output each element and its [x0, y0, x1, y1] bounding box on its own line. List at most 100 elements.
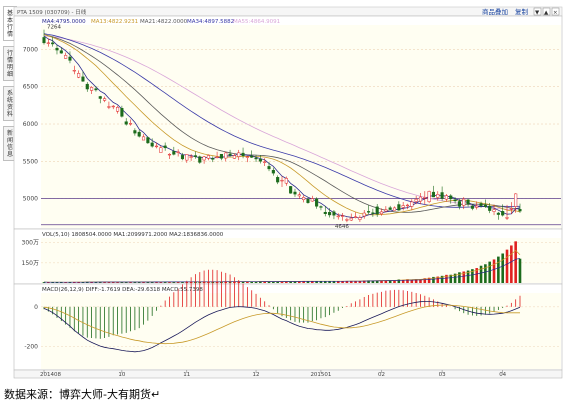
volume-bar [484, 264, 487, 283]
candle-body [159, 147, 163, 153]
volume-bar [514, 241, 517, 283]
candle-body [185, 154, 189, 161]
candle-body [362, 212, 366, 217]
candle-body [276, 177, 280, 183]
candle-body [310, 198, 314, 202]
chart-header-bar [13, 6, 563, 17]
candle-body [120, 108, 124, 117]
candle-body [111, 105, 115, 108]
x-tick-label: 10 [118, 372, 125, 378]
x-tick-label: 201408 [40, 372, 61, 378]
candle-body [180, 155, 185, 160]
price-tick-label: 5000 [23, 196, 38, 203]
macd-tick-label: -200 [24, 343, 38, 350]
volume-bar [505, 249, 509, 283]
candle-body [77, 73, 81, 78]
candle-body [401, 205, 405, 208]
candle-body [410, 201, 414, 207]
candle-body [397, 204, 401, 211]
candle-body [302, 197, 306, 201]
candle-body [90, 87, 94, 91]
macd-plot-area [41, 293, 561, 369]
volume-bar [510, 245, 513, 283]
volume-tick-label: 150万 [22, 260, 39, 267]
candle-body [64, 55, 68, 59]
candle-body [319, 206, 323, 208]
volume-plot-area [41, 238, 561, 283]
ma-legend-item: MA55:4864.9091 [233, 19, 280, 25]
candle-body [237, 152, 241, 157]
volume-bar [479, 265, 483, 283]
candle-body [470, 205, 474, 209]
candle-body [59, 50, 63, 54]
annotation-label: 7264 [47, 25, 61, 31]
candle-body [51, 42, 55, 45]
candle-body [366, 211, 371, 213]
candle-body [505, 217, 509, 219]
candle-body [154, 145, 159, 148]
candle-body [55, 47, 59, 51]
x-tick-label: 201501 [310, 372, 331, 378]
candle-body [241, 152, 245, 156]
candle-body [167, 153, 172, 156]
candle-body [323, 211, 327, 214]
candle-body [202, 156, 206, 161]
candle-body [328, 212, 332, 216]
ma-legend-item: MA13:4822.9231 [91, 19, 138, 25]
candle-body [189, 156, 193, 158]
candle-body [263, 161, 267, 163]
candle-body [501, 211, 505, 216]
candle-body [475, 205, 479, 208]
app-window: 基本行情 行情明细 系统资料 新闻信息 PTA 1509 (030709) - … [0, 0, 565, 403]
candle-body [94, 88, 98, 91]
candle-body [293, 191, 297, 195]
candle-body [258, 158, 262, 162]
candle-body [371, 212, 375, 214]
candle-body [509, 208, 513, 210]
candle-body [457, 201, 461, 207]
candle-body [172, 151, 176, 155]
volume-bar [501, 253, 504, 283]
macd-legend: MACD(26,12,9) DIFF:-1.7619 DEA:-29.6318 … [42, 287, 203, 293]
candle-body [444, 195, 448, 200]
candle-body [250, 155, 254, 158]
candle-body [219, 153, 223, 159]
candle-body [466, 199, 470, 205]
candle-body [405, 204, 410, 207]
candle-body [349, 217, 353, 221]
volume-tick-label: 300万 [22, 240, 39, 247]
candle-body [254, 157, 258, 160]
candle-body [358, 217, 362, 220]
overlay-commodity-button[interactable]: 商品叠加 [482, 7, 508, 16]
candle-body [354, 216, 358, 218]
candle-body [414, 198, 418, 202]
candle-body [388, 207, 392, 210]
candle-body [479, 203, 483, 206]
candle-body [46, 42, 50, 44]
candle-body [336, 215, 340, 218]
candle-body [392, 207, 397, 211]
candle-body [163, 145, 167, 149]
candle-body [42, 37, 46, 44]
candle-body [211, 158, 215, 160]
candle-body [224, 152, 228, 159]
candle-body [332, 211, 336, 216]
candle-body [418, 196, 423, 202]
candle-body [150, 142, 154, 147]
x-tick-label: 02 [378, 372, 385, 378]
volume-legend: VOL(5,10) 1808504.0000 MA1:2099971.2000 … [42, 232, 224, 238]
candle-body [215, 156, 219, 159]
candle-body [98, 96, 102, 99]
price-tick-label: 6000 [23, 121, 38, 128]
candle-body [228, 153, 232, 156]
candle-body [85, 83, 89, 90]
candle-body [306, 199, 310, 203]
candle-body [176, 151, 180, 153]
candle-body [375, 206, 379, 215]
candle-body [440, 192, 444, 199]
copy-button[interactable]: 复制 [515, 7, 529, 16]
candle-body [124, 121, 128, 125]
candle-body [284, 178, 288, 184]
price-tick-label: 5500 [23, 158, 38, 165]
candle-body [193, 155, 198, 157]
